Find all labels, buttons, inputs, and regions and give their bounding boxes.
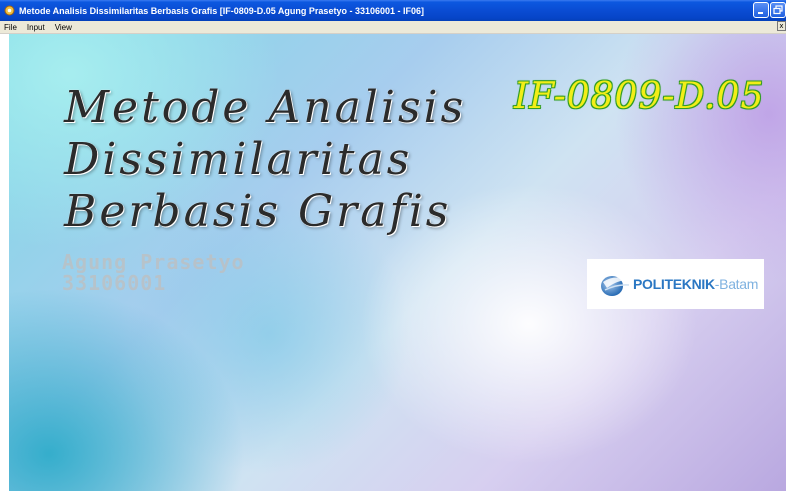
app-title-line-1: Metode Analisis <box>64 82 467 133</box>
app-title-line-3: Berbasis Grafis <box>64 186 452 237</box>
close-icon[interactable]: x <box>777 21 786 31</box>
maximize-icon <box>773 5 783 15</box>
window-title: Metode Analisis Dissimilaritas Berbasis … <box>19 5 424 16</box>
maximize-button[interactable] <box>770 2 786 18</box>
logo-word-batam: Batam <box>719 276 759 292</box>
window-titlebar[interactable]: Metode Analisis Dissimilaritas Berbasis … <box>0 0 786 21</box>
minimize-icon <box>758 12 763 14</box>
app-title-line-2: Dissimilaritas <box>64 134 413 185</box>
menu-bar: File Input View <box>0 21 786 34</box>
author-id: 33106001 <box>62 271 167 295</box>
splash-panel: Metode Analisis Dissimilaritas Berbasis … <box>9 34 786 491</box>
politeknik-logo-text: POLITEKNIK-Batam <box>633 276 758 292</box>
politeknik-logo: POLITEKNIK-Batam <box>587 259 764 309</box>
project-code: IF-0809-D.05 <box>514 76 765 117</box>
author-name: Agung Prasetyo <box>62 250 245 274</box>
app-icon[interactable] <box>3 5 15 17</box>
logo-word-politeknik: POLITEKNIK <box>633 276 715 292</box>
menu-input[interactable]: Input <box>23 23 51 32</box>
menu-file[interactable]: File <box>0 23 23 32</box>
window-controls <box>753 2 786 18</box>
app-title: Metode Analisis Dissimilaritas Berbasis … <box>64 82 466 238</box>
minimize-button[interactable] <box>753 2 769 18</box>
author-info: Agung Prasetyo 33106001 <box>62 252 245 294</box>
politeknik-logo-icon <box>601 276 630 296</box>
menu-view[interactable]: View <box>51 23 78 32</box>
